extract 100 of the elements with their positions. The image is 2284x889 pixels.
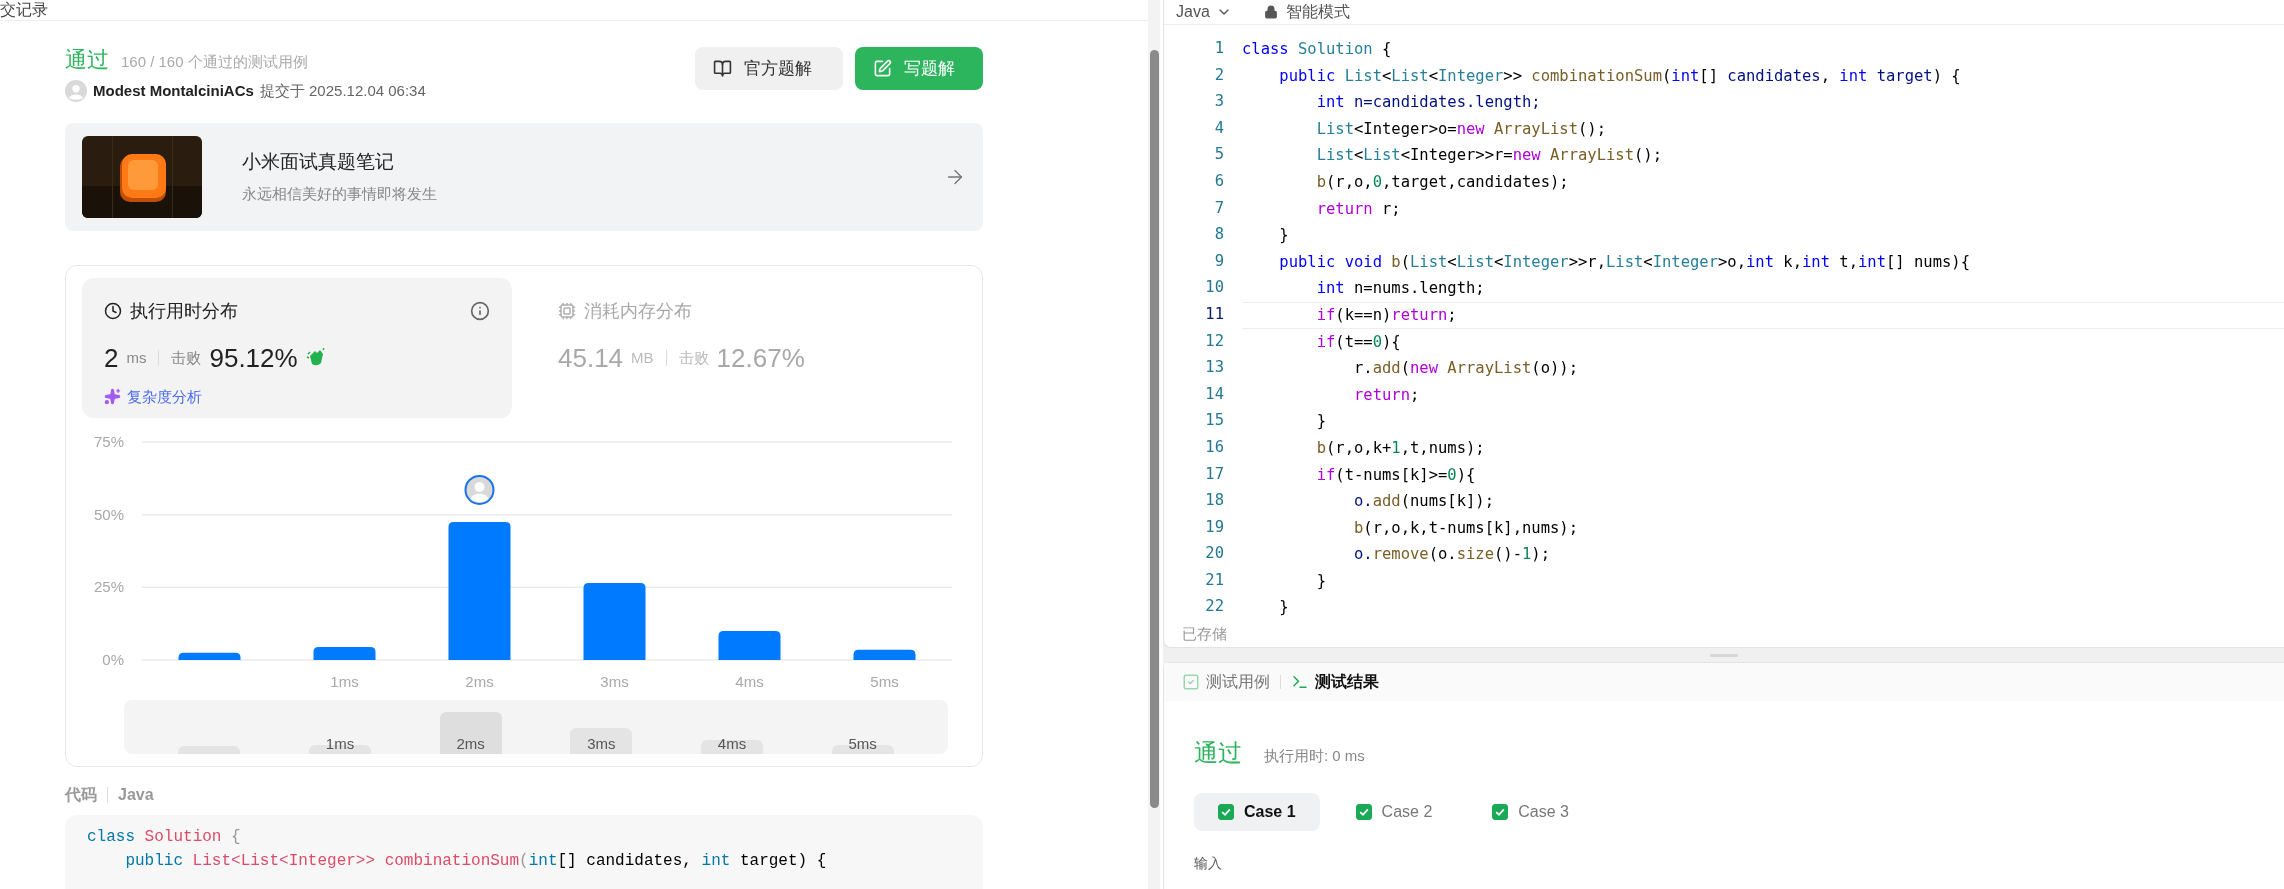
info-icon[interactable]: [470, 301, 490, 321]
checkbox-icon: [1182, 673, 1200, 691]
line-number: 1: [1213, 38, 1224, 59]
line-number: 9: [1213, 250, 1224, 272]
axis-label: 50%: [93, 505, 124, 523]
submission-status: 通过: [65, 46, 109, 74]
beat-label: 击败: [678, 347, 709, 368]
code-line: }: [1278, 598, 1289, 617]
metric-value: 2: [104, 341, 119, 375]
axis-label: 25%: [93, 577, 124, 595]
panel-tab[interactable]: 测试用例: [1182, 670, 1270, 694]
banner-subtitle: 永远相信美好的事情即将发生: [242, 183, 438, 204]
book-icon: [713, 59, 732, 78]
metric-title: 执行用时分布: [130, 299, 238, 323]
overview-label: 1ms: [325, 734, 355, 754]
code-line: public List<List<Integer>> combinationSum(int[] candidates, int target) {: [1278, 66, 1961, 85]
line-number: 20: [1204, 543, 1224, 565]
code-line: class Solution {: [1242, 40, 1392, 58]
line-number: 3: [1213, 91, 1224, 113]
line-number: 8: [1213, 224, 1224, 246]
terminal-icon: [1291, 673, 1309, 691]
line-number: 6: [1213, 170, 1224, 192]
language-selector[interactable]: Java: [1176, 0, 1232, 24]
overview-label: 5ms: [848, 734, 877, 754]
line-number: 14: [1204, 383, 1224, 405]
clock-icon: [104, 302, 122, 320]
official-solution-button[interactable]: 官方题解: [695, 47, 843, 90]
code-label: 代码: [65, 784, 97, 805]
code-line: return;: [1352, 385, 1420, 404]
code-language: Java: [118, 784, 154, 805]
line-number: 5: [1213, 144, 1224, 166]
overview-label: 2ms: [456, 734, 485, 754]
lock-icon: [1263, 5, 1278, 19]
metric-unit: ms: [126, 347, 147, 368]
axis-label: 4ms: [735, 672, 764, 690]
code-line: b(r,o,k+1,t,nums);: [1315, 438, 1485, 457]
panel-tab[interactable]: 测试结果: [1291, 670, 1379, 694]
runtime-text: 执行用时: 0 ms: [1264, 746, 1365, 766]
beat-label: 击败: [171, 347, 202, 368]
banner-title: 小米面试真题笔记: [242, 150, 395, 174]
scrollbar[interactable]: [1148, 0, 1160, 889]
clapping-hands-icon: [305, 348, 326, 368]
sparkle-icon: [104, 388, 121, 406]
code-line: b(r,o,0,target,candidates);: [1315, 172, 1569, 191]
submitted-time: 提交于 2025.12.04 06:34: [259, 81, 426, 101]
code-line: o.remove(o.size()-1);: [1352, 545, 1550, 564]
code-line: b(r,o,k,t-nums[k],nums);: [1352, 518, 1578, 537]
metric-tab[interactable]: 执行用时分布 2 ms 击败 95.12% 复杂度分析: [82, 277, 512, 418]
line-number: 12: [1204, 330, 1224, 352]
promo-banner[interactable]: 小米面试真题笔记 永远相信美好的事情即将发生: [65, 122, 983, 231]
code-line: }: [1315, 412, 1326, 431]
chart-bar[interactable]: [178, 652, 241, 660]
line-number: 21: [1204, 569, 1224, 591]
overview-label: 4ms: [717, 734, 747, 754]
panel-title: 交记录: [0, 0, 48, 20]
line-number: 10: [1204, 277, 1224, 299]
line-number: 22: [1204, 596, 1224, 618]
code-line: public void b(List<List<Integer>>r,List<Integer>o,int k,int t,int[] nums){: [1278, 252, 1970, 271]
line-number: 15: [1204, 410, 1224, 432]
chart-bar[interactable]: [718, 630, 781, 660]
metric-value: 45.14: [558, 341, 624, 375]
beat-percentage: 95.12%: [209, 341, 298, 375]
metric-title: 消耗内存分布: [584, 299, 692, 323]
axis-label: 5ms: [870, 672, 899, 690]
axis-label: 75%: [93, 432, 124, 450]
code-line: int n=candidates.length;: [1315, 93, 1541, 112]
code-line: public List<List<Integer>> combinationSum(int[] candidates, int target) {: [124, 850, 828, 872]
chip-icon: [558, 302, 576, 320]
line-number: 17: [1204, 463, 1224, 485]
avatar-icon: [65, 80, 87, 103]
line-number: 13: [1204, 357, 1224, 379]
case-tab[interactable]: Case 1: [1194, 793, 1320, 831]
axis-label: 3ms: [600, 672, 629, 690]
editor-mode: 智能模式: [1285, 2, 1350, 22]
input-label: 输入: [1193, 854, 1223, 873]
line-number: 19: [1204, 516, 1224, 538]
case-tab[interactable]: Case 3: [1468, 793, 1593, 831]
chart-bar[interactable]: [448, 521, 511, 660]
code-line: List<Integer>o=new ArrayList();: [1315, 119, 1606, 138]
chart-bar[interactable]: [313, 646, 376, 660]
code-line: if(t==0){: [1315, 332, 1401, 351]
result-status: 通过: [1194, 738, 1242, 768]
chart-bar[interactable]: [583, 582, 646, 660]
code-line: r.add(new ArrayList(o));: [1352, 359, 1578, 378]
line-number: 2: [1213, 64, 1224, 86]
code-line: int n=nums.length;: [1315, 279, 1485, 298]
line-number: 11: [1204, 303, 1224, 325]
chart-overview-strip[interactable]: 1ms 2ms 3ms 4ms 5ms: [124, 699, 948, 754]
code-line: if(k==n)return;: [1315, 305, 1457, 324]
complexity-analysis-link[interactable]: 复杂度分析: [104, 385, 202, 408]
line-number: 4: [1213, 117, 1224, 139]
axis-label: 1ms: [330, 672, 359, 690]
author-name: Modest MontalciniACs: [93, 81, 254, 101]
code-line: if(t-nums[k]>=0){: [1315, 465, 1476, 484]
case-tab[interactable]: Case 2: [1331, 793, 1457, 831]
code-line: List<List<Integer>>r=new ArrayList();: [1315, 146, 1662, 165]
code-line: o.add(nums[k]);: [1352, 492, 1494, 511]
chart-bar[interactable]: [853, 649, 916, 660]
line-number: 7: [1213, 197, 1224, 219]
metric-unit: MB: [631, 347, 654, 368]
